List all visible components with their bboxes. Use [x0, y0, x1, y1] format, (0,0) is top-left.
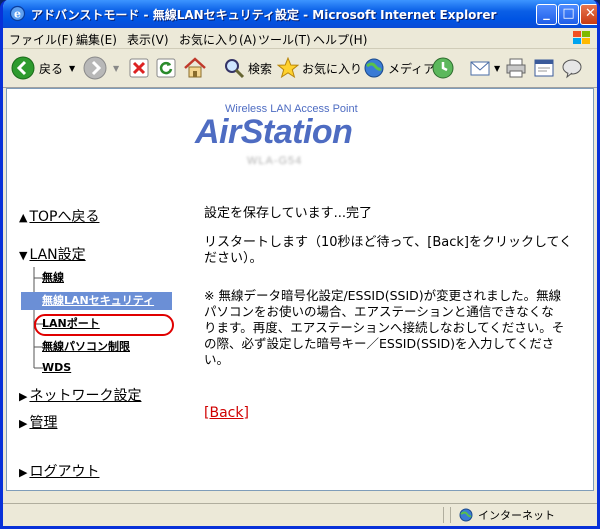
restart-message: リスタートします（10秒ほど待って、[Back]をクリックしてください）。 — [204, 235, 573, 266]
favorites-button[interactable]: お気に入り — [277, 57, 362, 79]
svg-text:e: e — [14, 8, 21, 21]
nav-top-label: TOPへ戻る — [29, 209, 100, 225]
back-label: 戻る — [39, 61, 64, 76]
saved-message: 設定を保存しています...完了 — [204, 206, 373, 221]
media-label: メディア — [388, 61, 436, 76]
stop-icon — [129, 58, 149, 78]
minimize-button[interactable]: _ — [536, 4, 557, 25]
annotation-highlight-circle — [34, 314, 174, 336]
back-arrow-icon — [11, 56, 35, 80]
search-icon — [225, 59, 245, 79]
windows-logo-icon — [573, 31, 590, 44]
nav-admin-link[interactable]: ▶ 管理 — [19, 412, 57, 432]
history-icon — [432, 57, 454, 79]
refresh-icon — [156, 58, 176, 78]
chevron-down-icon[interactable]: ▼ — [494, 64, 500, 73]
forward-button[interactable]: ▼ — [83, 56, 119, 80]
mail-icon — [470, 61, 490, 76]
menu-view[interactable]: 表示(V) — [127, 31, 169, 48]
triangle-down-icon: ▼ — [19, 249, 28, 262]
home-button[interactable] — [183, 57, 207, 79]
maximize-button[interactable]: □ — [558, 4, 579, 25]
subnav-wireless[interactable]: 無線 — [21, 269, 172, 287]
edit-button[interactable] — [533, 57, 555, 79]
brand-logo: AirStation — [195, 113, 353, 151]
refresh-button[interactable] — [156, 57, 176, 79]
forward-arrow-icon — [83, 56, 107, 80]
nav-admin-label: 管理 — [29, 415, 58, 431]
back-button[interactable]: 戻る ▼ — [11, 56, 75, 80]
triangle-right-icon: ▶ — [19, 417, 28, 430]
media-button[interactable]: メディア — [363, 57, 435, 79]
discuss-icon — [562, 59, 582, 79]
status-divider — [449, 507, 451, 523]
status-bar: インターネット — [3, 503, 597, 526]
page-content: Wireless LAN Access Point AirStation WLA… — [6, 88, 594, 491]
zone-indicator: インターネット — [459, 507, 555, 523]
stop-button[interactable] — [129, 57, 149, 79]
search-button[interactable]: 検索 — [223, 57, 272, 79]
brand-model: WLA-G54 — [247, 155, 303, 167]
back-link[interactable]: [Back] — [204, 405, 249, 421]
zone-label: インターネット — [478, 509, 555, 522]
mail-button[interactable]: ▼ — [469, 57, 500, 79]
menu-bar: ファイル(F) 編集(E) 表示(V) お気に入り(A) ツール(T) ヘルプ(… — [3, 28, 597, 49]
menu-favorites[interactable]: お気に入り(A) — [179, 31, 257, 48]
nav-lan-label: LAN設定 — [29, 247, 86, 263]
menu-tools[interactable]: ツール(T) — [258, 31, 311, 48]
subnav-wds[interactable]: WDS — [21, 359, 172, 377]
subnav-wireless-security[interactable]: 無線LANセキュリティ — [21, 292, 172, 310]
window-title: アドバンストモード - 無線LANセキュリティ設定 - Microsoft In… — [31, 8, 497, 22]
nav-top-link[interactable]: ▲ TOPへ戻る — [19, 206, 99, 226]
star-icon — [277, 57, 299, 79]
triangle-up-icon: ▲ — [19, 211, 28, 224]
chevron-down-icon[interactable]: ▼ — [113, 64, 119, 73]
chevron-down-icon[interactable]: ▼ — [69, 64, 75, 73]
favorites-label: お気に入り — [302, 61, 363, 76]
history-button[interactable] — [431, 57, 455, 79]
triangle-right-icon: ▶ — [19, 466, 28, 479]
nav-logout-label: ログアウト — [29, 464, 100, 480]
media-globe-icon — [364, 58, 384, 78]
menu-file[interactable]: ファイル(F) — [9, 31, 73, 48]
nav-network-link[interactable]: ▶ ネットワーク設定 — [19, 385, 141, 405]
close-button[interactable]: ✕ — [580, 4, 597, 25]
subnav-pc-restriction[interactable]: 無線パソコン制限 — [21, 338, 172, 356]
search-label: 検索 — [248, 61, 273, 76]
nav-lan-link[interactable]: ▼ LAN設定 — [19, 244, 86, 264]
home-icon — [184, 57, 206, 78]
discuss-button[interactable] — [561, 57, 583, 79]
menu-edit[interactable]: 編集(E) — [76, 31, 117, 48]
printer-icon — [506, 58, 526, 78]
nav-network-label: ネットワーク設定 — [29, 388, 142, 404]
menu-help[interactable]: ヘルプ(H) — [313, 31, 367, 48]
browser-window: e アドバンストモード - 無線LANセキュリティ設定 - Microsoft … — [0, 0, 600, 529]
status-text-area — [3, 507, 444, 523]
brand-header: Wireless LAN Access Point AirStation WLA… — [195, 103, 405, 173]
warning-note: ※ 無線データ暗号化設定/ESSID(SSID)が変更されました。無線パソコンを… — [204, 288, 565, 367]
toolbar: 戻る ▼ ▼ 検索 お気に入り メディア ▼ — [3, 49, 597, 88]
ie-logo-icon: e — [9, 5, 26, 22]
triangle-right-icon: ▶ — [19, 390, 28, 403]
internet-globe-icon — [459, 508, 473, 522]
title-bar[interactable]: e アドバンストモード - 無線LANセキュリティ設定 - Microsoft … — [3, 0, 597, 28]
print-button[interactable] — [505, 57, 527, 79]
nav-logout-link[interactable]: ▶ ログアウト — [19, 461, 99, 481]
edit-page-icon — [534, 59, 554, 77]
